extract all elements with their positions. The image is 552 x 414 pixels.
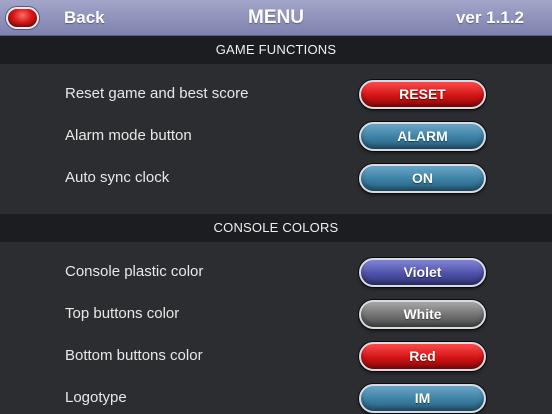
back-button-icon[interactable] bbox=[6, 7, 39, 29]
top-buttons-color-button[interactable]: White bbox=[359, 300, 486, 329]
version-label: ver 1.1.2 bbox=[455, 8, 524, 27]
top-bar: Back MENU ver 1.1.2 bbox=[0, 0, 552, 36]
reset-label: Reset game and best score bbox=[65, 85, 249, 102]
section-header-game-functions: GAME FUNCTIONS bbox=[0, 36, 552, 64]
console-plastic-color-button[interactable]: Violet bbox=[359, 258, 486, 287]
bottom-buttons-color-button[interactable]: Red bbox=[359, 342, 486, 371]
auto-sync-label: Auto sync clock bbox=[65, 169, 170, 186]
back-button-label[interactable]: Back bbox=[64, 8, 105, 28]
section-header-console-colors: CONSOLE COLORS bbox=[0, 214, 552, 242]
alarm-label: Alarm mode button bbox=[65, 127, 192, 144]
logotype-label: Logotype bbox=[65, 389, 127, 406]
logotype-button[interactable]: IM bbox=[359, 384, 486, 413]
console-plastic-color-label: Console plastic color bbox=[65, 263, 204, 280]
auto-sync-toggle[interactable]: ON bbox=[359, 164, 486, 193]
reset-button[interactable]: RESET bbox=[359, 80, 486, 109]
alarm-button[interactable]: ALARM bbox=[359, 122, 486, 151]
bottom-buttons-color-label: Bottom buttons color bbox=[65, 347, 203, 364]
top-buttons-color-label: Top buttons color bbox=[65, 305, 180, 322]
